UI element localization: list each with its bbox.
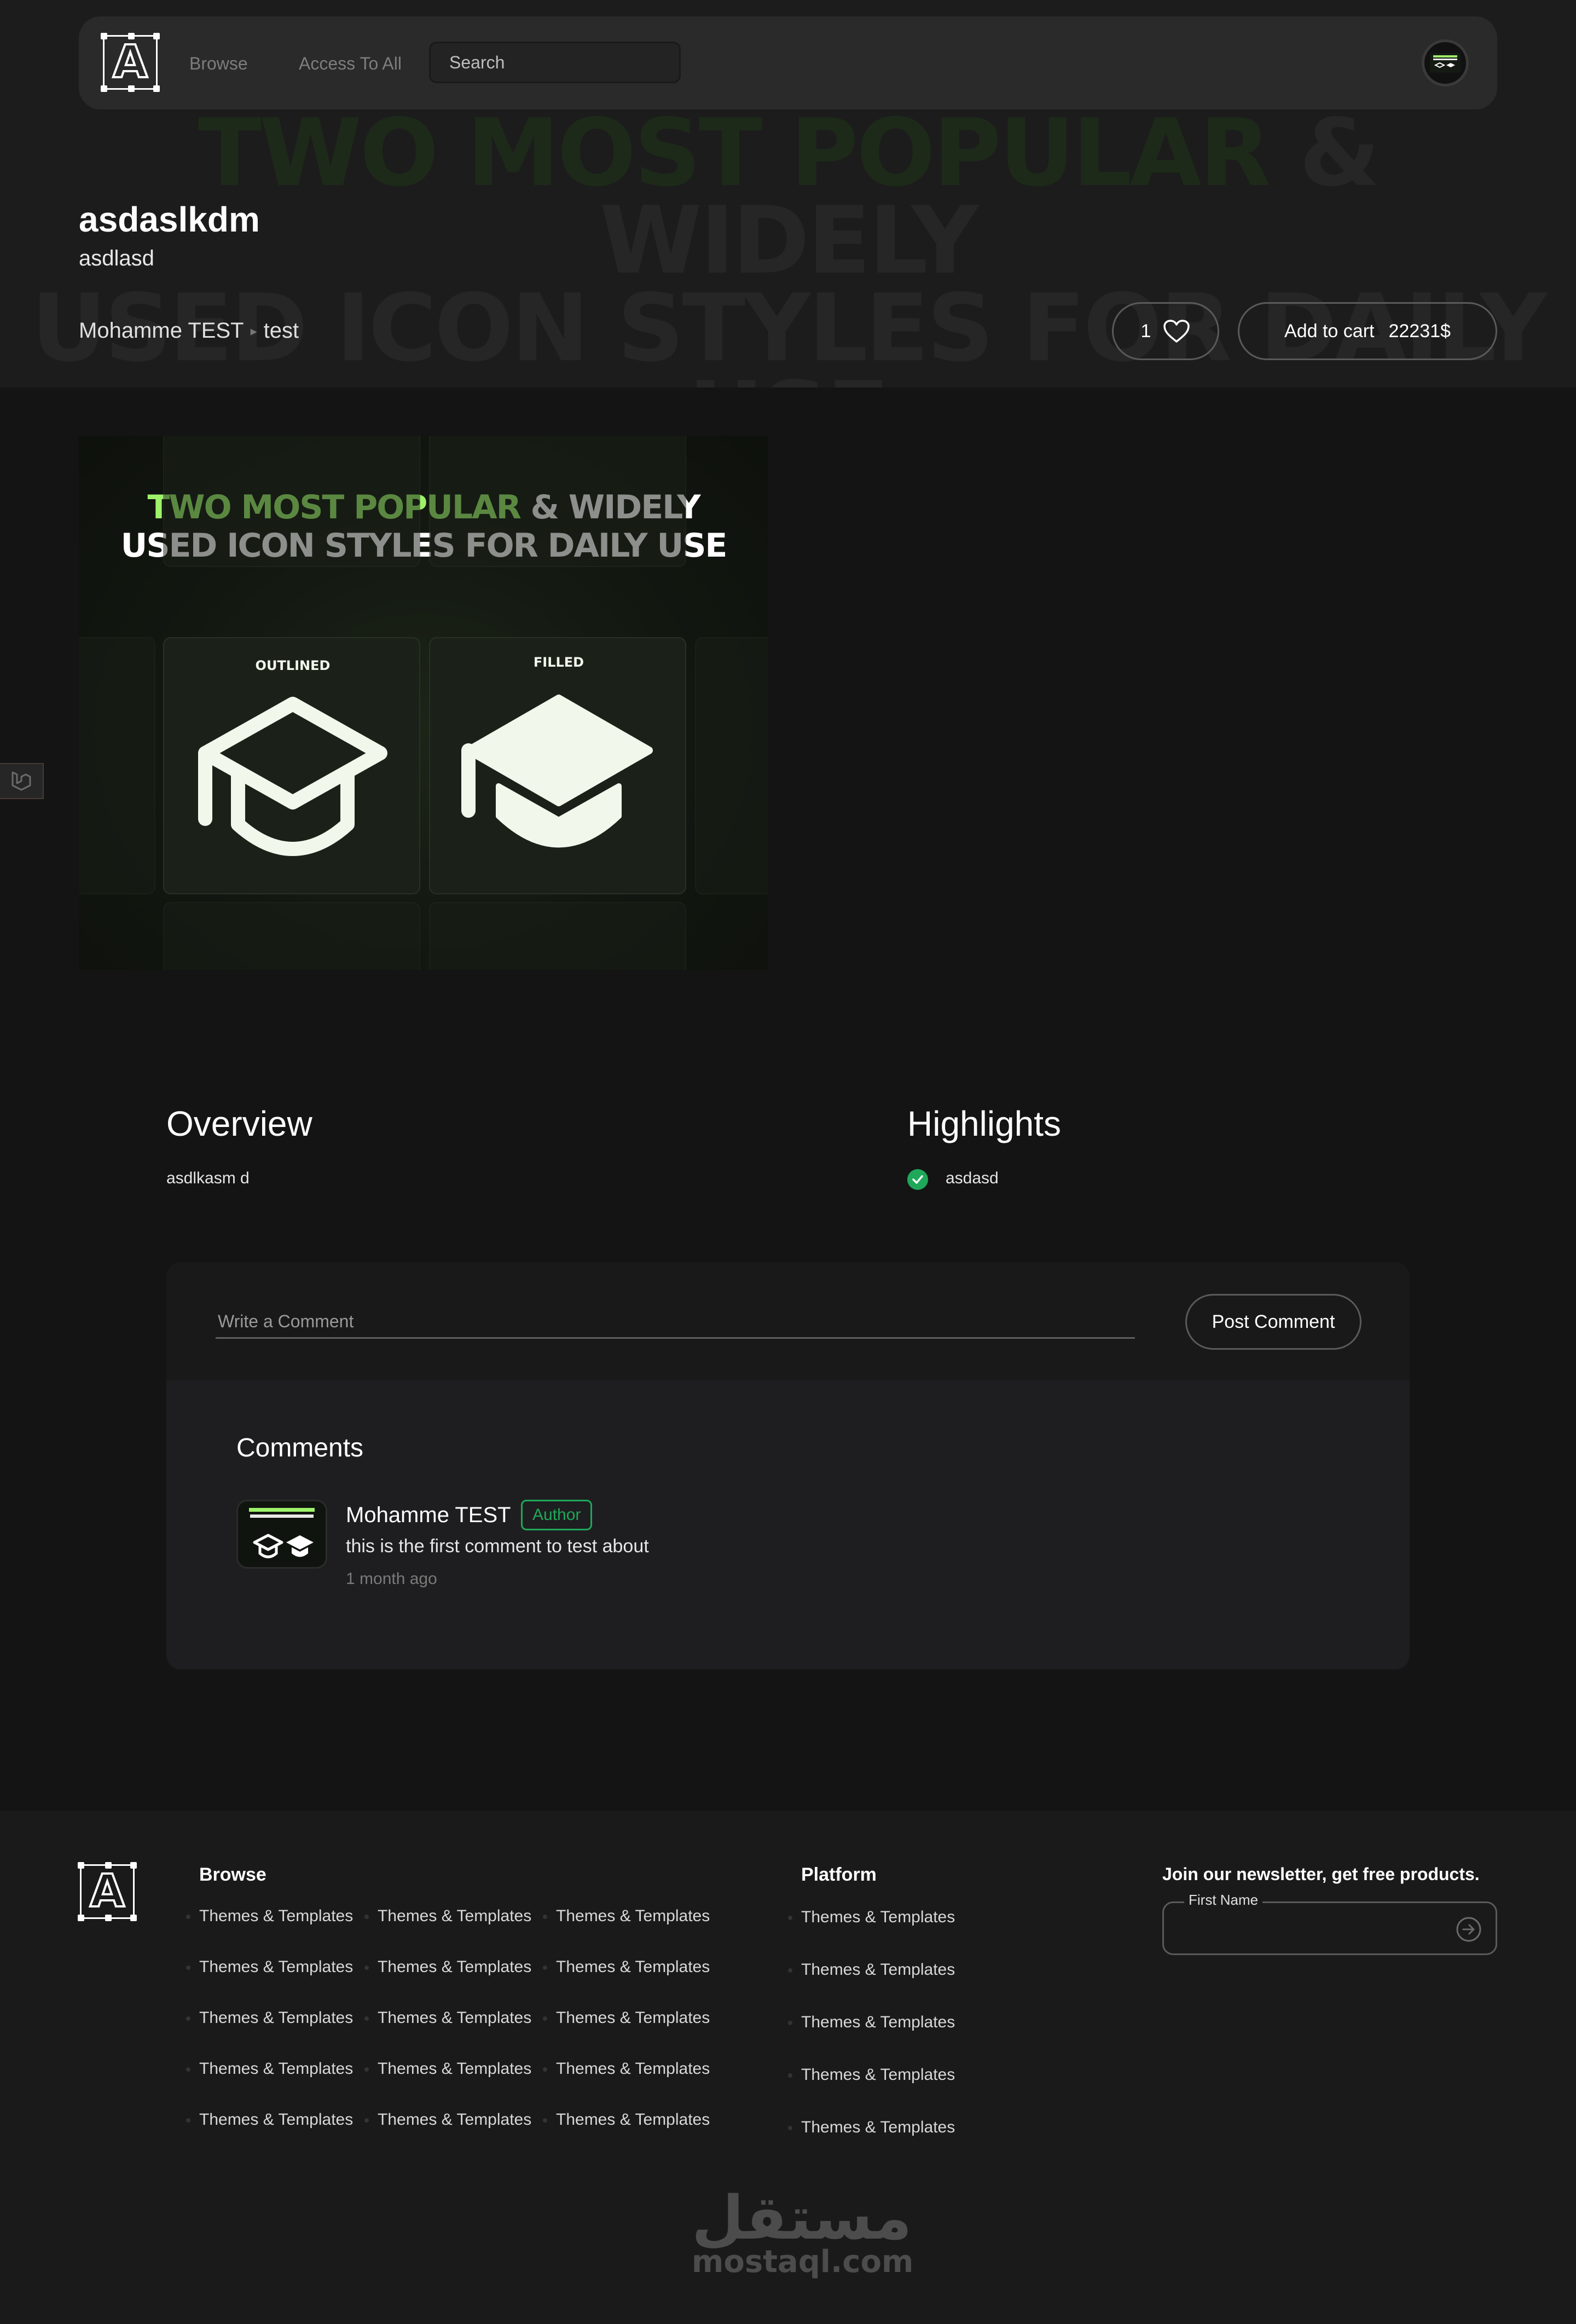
- user-avatar[interactable]: [1422, 39, 1469, 86]
- author-badge: Author: [521, 1500, 593, 1530]
- footer-browse-link[interactable]: Themes & Templates: [199, 1958, 353, 1976]
- search-input[interactable]: Search: [429, 42, 681, 83]
- add-to-cart-button[interactable]: Add to cart 22231$: [1238, 302, 1497, 360]
- add-to-cart-label: Add to cart: [1284, 320, 1375, 342]
- product-subtitle: asdlasd: [79, 246, 154, 270]
- footer-bullet-icon: [186, 2067, 190, 2072]
- footer-browse-link[interactable]: Themes & Templates: [378, 2060, 531, 2078]
- tile-outlined: OUTLINED: [163, 637, 420, 894]
- footer-browse-link[interactable]: Themes & Templates: [556, 1907, 710, 1926]
- footer-browse-link[interactable]: Themes & Templates: [378, 1958, 531, 1976]
- footer-browse-link[interactable]: Themes & Templates: [199, 2111, 353, 2129]
- footer-browse-link[interactable]: Themes & Templates: [199, 2060, 353, 2078]
- footer-bullet-icon: [788, 2073, 792, 2078]
- footer-bullet-icon: [186, 1915, 190, 1919]
- price: 22231$: [1388, 320, 1451, 342]
- footer-bullet-icon: [186, 2016, 190, 2021]
- navbar: A Browse Access To All Search: [79, 16, 1497, 109]
- check-icon: [907, 1169, 928, 1190]
- footer-browse-link[interactable]: Themes & Templates: [378, 2009, 531, 2027]
- footer-platform-link[interactable]: Themes & Templates: [801, 1961, 955, 1979]
- footer-browse-link[interactable]: Themes & Templates: [556, 2111, 710, 2129]
- footer-bullet-icon: [186, 1965, 190, 1970]
- comment-author[interactable]: Mohamme TEST: [346, 1503, 511, 1528]
- footer-browse-link[interactable]: Themes & Templates: [378, 1907, 531, 1926]
- breadcrumb-author[interactable]: Mohamme TEST: [79, 319, 244, 343]
- footer-bullet-icon: [788, 2021, 792, 2025]
- footer-bullet-icon: [364, 2118, 369, 2123]
- highlight-item: asdasd: [946, 1169, 999, 1187]
- comments-panel: Write a Comment Post Comment Comments Mo…: [166, 1262, 1410, 1669]
- footer-bullet-icon: [788, 2126, 792, 2130]
- watermark-arabic: مستقل: [692, 2183, 912, 2253]
- comment-form: Write a Comment Post Comment: [166, 1262, 1410, 1380]
- footer-browse-link[interactable]: Themes & Templates: [556, 1958, 710, 1976]
- breadcrumb-category[interactable]: test: [264, 319, 299, 343]
- footer-bullet-icon: [543, 2016, 547, 2021]
- tile-filled: FILLED: [429, 637, 686, 894]
- footer-bullet-icon: [364, 2016, 369, 2021]
- arrow-right-circle-icon[interactable]: [1456, 1916, 1482, 1943]
- footer-platform-link[interactable]: Themes & Templates: [801, 2013, 955, 2032]
- comment-text: this is the first comment to test about: [346, 1536, 649, 1557]
- footer-platform-link[interactable]: Themes & Templates: [801, 1908, 955, 1927]
- comment-time: 1 month ago: [346, 1570, 437, 1588]
- footer-bullet-icon: [543, 2067, 547, 2072]
- overview-text: asdlkasm d: [166, 1169, 250, 1187]
- newsletter-first-name-input[interactable]: [1162, 1901, 1497, 1955]
- like-count: 1: [1140, 320, 1151, 342]
- footer-bullet-icon: [543, 1965, 547, 1970]
- footer-bullet-icon: [788, 1968, 792, 1973]
- footer-bullet-icon: [364, 1965, 369, 1970]
- overview-heading: Overview: [166, 1104, 312, 1143]
- heart-icon: [1163, 320, 1190, 343]
- footer-browse-link[interactable]: Themes & Templates: [199, 1907, 353, 1926]
- like-button[interactable]: 1: [1112, 302, 1219, 360]
- footer-browse-link[interactable]: Themes & Templates: [556, 2009, 710, 2027]
- footer-logo-icon[interactable]: A: [78, 1862, 137, 1921]
- footer-browse-link[interactable]: Themes & Templates: [378, 2111, 531, 2129]
- product-title: asdaslkdm: [79, 200, 260, 239]
- footer-bullet-icon: [543, 2118, 547, 2123]
- footer-platform-link[interactable]: Themes & Templates: [801, 2118, 955, 2137]
- newsletter-heading: Join our newsletter, get free products.: [1162, 1864, 1480, 1884]
- comment-input[interactable]: Write a Comment: [216, 1306, 1135, 1339]
- footer-browse-heading: Browse: [199, 1864, 266, 1885]
- footer-bullet-icon: [788, 1916, 792, 1920]
- footer-platform-link[interactable]: Themes & Templates: [801, 2066, 955, 2084]
- comment-avatar: [236, 1500, 327, 1569]
- footer-bullet-icon: [186, 2118, 190, 2123]
- footer-browse-link[interactable]: Themes & Templates: [199, 2009, 353, 2027]
- comments-heading: Comments: [236, 1433, 364, 1462]
- watermark-latin: mostaql.com: [692, 2244, 914, 2280]
- footer-bullet-icon: [364, 2067, 369, 2072]
- footer-bullet-icon: [364, 1915, 369, 1919]
- highlights-heading: Highlights: [907, 1104, 1062, 1143]
- laravel-icon: [11, 771, 31, 791]
- product-image: TWO MOST POPULAR & WIDELY USED ICON STYL…: [79, 436, 768, 970]
- graduation-cap-outline-icon: [198, 697, 387, 856]
- nav-link-browse[interactable]: Browse: [189, 54, 248, 74]
- logo-icon[interactable]: A: [101, 33, 160, 92]
- laravel-debug-tab[interactable]: [0, 763, 44, 799]
- post-comment-button[interactable]: Post Comment: [1185, 1294, 1361, 1350]
- breadcrumb-separator-icon: ▸: [250, 324, 257, 339]
- footer-browse-link[interactable]: Themes & Templates: [556, 2060, 710, 2078]
- breadcrumb: Mohamme TEST ▸ test: [79, 319, 299, 343]
- tile-filled-label: FILLED: [533, 655, 584, 670]
- newsletter-first-name-label: First Name: [1184, 1892, 1263, 1909]
- footer-bullet-icon: [543, 1915, 547, 1919]
- footer-platform-heading: Platform: [801, 1864, 877, 1885]
- tile-outlined-label: OUTLINED: [255, 658, 331, 673]
- nav-link-access-to-all[interactable]: Access To All: [299, 54, 402, 74]
- graduation-cap-filled-icon: [461, 695, 653, 848]
